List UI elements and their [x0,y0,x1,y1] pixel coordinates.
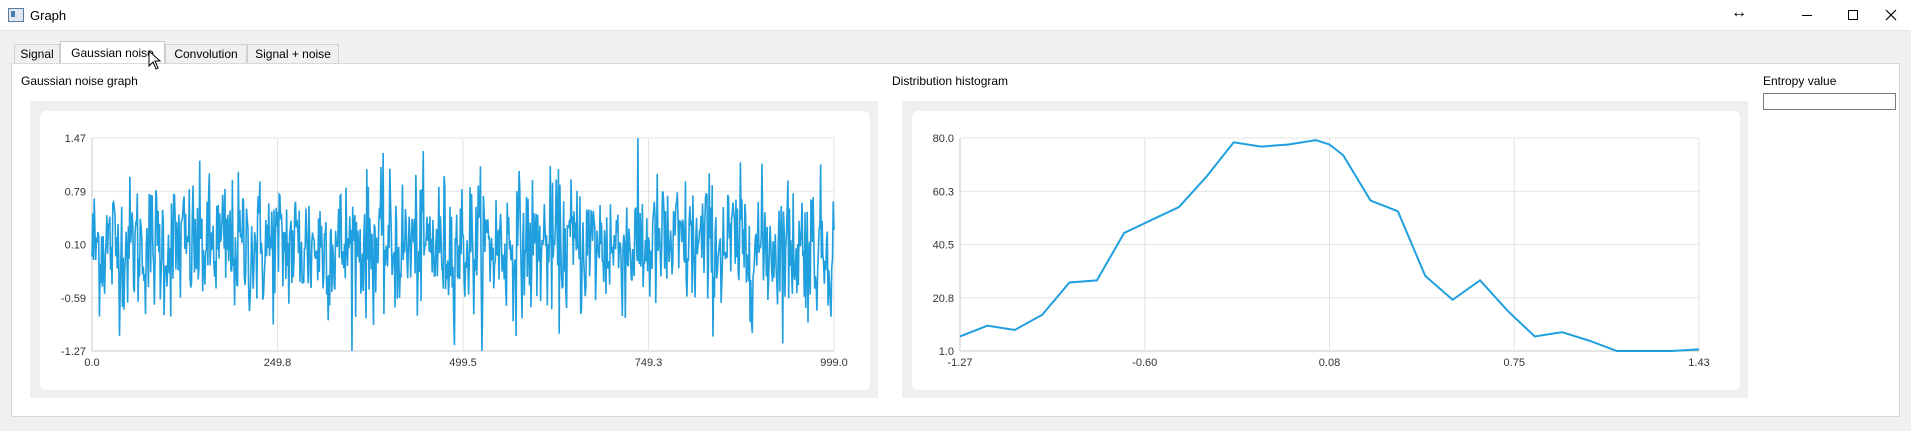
noise-x-tick-label: 749.3 [635,357,663,369]
resize-arrows-icon: ↔ [1731,4,1747,21]
entropy-field[interactable] [1763,93,1896,110]
hist-x-tick-label: -1.27 [947,357,972,369]
tab-signal[interactable]: Signal [14,44,60,63]
noise-x-tick-label: 999.0 [820,357,848,369]
hist-y-tick-label: 60.3 [933,186,954,198]
maximize-icon [1848,10,1858,20]
hist-x-tick-label: 0.08 [1319,357,1340,369]
histogram-label: Distribution histogram [892,74,1009,88]
noise-x-tick-label: 0.0 [84,357,99,369]
tab-label: Signal [20,47,54,61]
histogram-chart: 80.060.340.520.81.0-1.27 -0.60 0.08 0.75 1.4… [933,133,1710,369]
app-icon [8,8,24,22]
title-bar: Graph ↔ [0,0,1911,31]
entropy-label: Entropy value [1763,74,1837,88]
noise-y-tick-label: 0.79 [65,186,86,198]
tab-label: Gaussian noise [71,46,154,60]
noise-graph-label: Gaussian noise graph [21,74,138,88]
noise-chart-area: 1.47 0.79 0.10 -0.59 -1.27 0.0 249.8 499.5 749.3… [40,111,870,390]
hist-y-tick-label: 40.5 [933,240,954,252]
histogram-chart-area: 80.0 60.3 40.5 20.8 1.0 -1.27 -0.60 0.08 0.75 1.4… [912,111,1740,390]
close-icon [1885,9,1897,21]
noise-y-tick-label: -0.59 [61,293,86,305]
hist-x-tick-label: 1.43 [1688,357,1709,369]
hist-x-tick-label: -0.60 [1132,357,1157,369]
tab-convolution[interactable]: Convolution [165,44,247,63]
noise-y-tick-label: 1.47 [65,133,86,145]
window-title: Graph [30,8,67,23]
close-button[interactable] [1868,0,1911,30]
hist-y-tick-label: 20.8 [933,293,954,305]
mouse-cursor-icon [148,50,162,70]
tab-label: Signal + noise [255,47,331,61]
noise-x-tick-label: 499.5 [449,357,477,369]
noise-x-tick-label: 249.8 [264,357,292,369]
hist-x-tick-label: 0.75 [1504,357,1525,369]
tab-signal-plus-noise[interactable]: Signal + noise [247,44,339,63]
hist-y-tick-label: 80.0 [933,133,954,145]
noise-chart: 1.47 0.79 0.10 -0.59 -1.270.0 249.8 499.5 749.3… [61,133,848,369]
noise-y-tick-label: 0.10 [65,240,86,252]
minimize-button[interactable] [1784,0,1830,30]
tab-label: Convolution [174,47,238,61]
noise-y-tick-label: -1.27 [61,346,86,358]
minimize-icon [1802,14,1812,16]
